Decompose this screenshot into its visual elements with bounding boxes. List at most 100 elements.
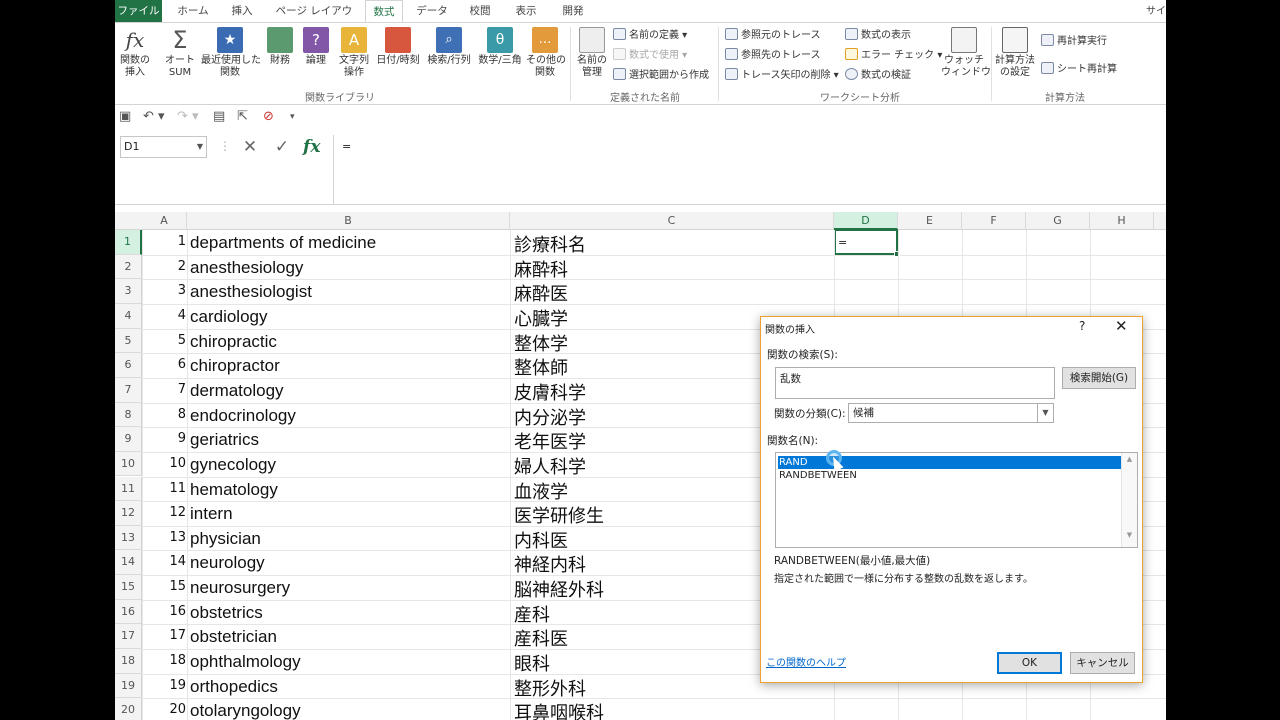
cell-b[interactable]: physician [190,529,261,549]
row-header[interactable]: 1 [115,230,142,255]
tab-data[interactable]: データ [412,0,452,22]
column-header-e[interactable]: E [898,212,962,230]
row-header[interactable]: 2 [115,254,142,280]
cell-a[interactable]: 3 [139,283,186,298]
category-select[interactable]: 候補 ▼ [848,403,1054,423]
cell-c[interactable]: 耳鼻咽喉科 [514,699,604,720]
cell-a[interactable]: 10 [139,456,186,471]
cell-b[interactable]: neurology [190,553,265,573]
cell-a[interactable]: 13 [139,530,186,545]
column-header-d[interactable]: D [834,212,898,230]
row-header[interactable]: 7 [115,377,142,403]
ok-button[interactable]: OK [997,652,1062,674]
cell-a[interactable]: 6 [139,357,186,372]
insert-function-icon[interactable]: fx [303,135,320,159]
help-icon[interactable]: ? [1079,319,1085,333]
row-header[interactable]: 6 [115,353,142,378]
logical-button[interactable]: ? 論理 [302,27,330,67]
cell-c[interactable]: 診療科名 [514,231,586,257]
cell-b[interactable]: ophthalmology [190,652,301,672]
cell-b[interactable]: chiropractor [190,356,280,376]
row-header[interactable]: 3 [115,279,142,304]
recent-functions-button[interactable]: ★ 最近使用した 関数 [201,27,261,79]
cell-b[interactable]: anesthesiologist [190,282,312,302]
create-from-selection-button[interactable]: 選択範囲から作成 [613,67,709,85]
cell-a[interactable]: 8 [139,407,186,422]
remove-arrows-button[interactable]: トレース矢印の削除 ▾ [725,67,839,85]
cell-b[interactable]: departments of medicine [190,233,376,253]
cell-c[interactable]: 医学研修生 [514,502,604,528]
row-header[interactable]: 17 [115,624,142,650]
cell-c[interactable]: 脳神経外科 [514,576,604,602]
cell-c[interactable]: 内科医 [514,527,568,553]
calculate-sheet-button[interactable]: シート再計算 [1041,61,1117,79]
fill-handle[interactable] [894,251,900,257]
evaluate-formula-button[interactable]: 数式の検証 [845,67,911,85]
active-cell[interactable]: = [834,229,900,257]
row-header[interactable]: 9 [115,427,142,452]
define-name-button[interactable]: 名前の定義 ▾ [613,27,687,45]
cell-a[interactable]: 2 [139,259,186,274]
cell-c[interactable]: 神経内科 [514,551,586,577]
row-header[interactable]: 14 [115,550,142,576]
cell-a[interactable]: 7 [139,382,186,397]
column-header-g[interactable]: G [1026,212,1090,230]
datetime-button[interactable]: 日付/時刻 [374,27,422,67]
name-manager-button[interactable]: 名前の 管理 [575,27,609,79]
cell-a[interactable]: 16 [139,604,186,619]
cell-c[interactable]: 産科医 [514,625,568,651]
function-help-link[interactable]: この関数のヘルプ [766,654,846,669]
cell-a[interactable]: 20 [139,702,186,717]
tab-home[interactable]: ホーム [170,0,216,22]
column-header-c[interactable]: C [510,212,834,230]
cell-c[interactable]: 心臓学 [514,305,568,331]
error-checking-button[interactable]: エラー チェック ▾ [845,47,942,65]
financial-button[interactable]: 財務 [266,27,294,67]
row-header[interactable]: 18 [115,649,142,674]
name-box[interactable]: D1 ▼ [120,136,207,158]
cell-c[interactable]: 眼科 [514,650,550,676]
search-go-button[interactable]: 検索開始(G) [1062,367,1136,389]
cell-b[interactable]: gynecology [190,455,276,475]
cell-c[interactable]: 皮膚科学 [514,379,586,405]
chevron-down-icon[interactable]: ▼ [1037,404,1053,422]
close-icon[interactable]: ✕ [1115,317,1128,335]
cell-b[interactable]: otolaryngology [190,701,301,720]
remove-trace-icon[interactable]: ⊘ [263,109,274,125]
function-list[interactable]: RAND RANDBETWEEN ▲ ▼ [775,452,1138,548]
math-button[interactable]: θ 数学/三角 [476,27,524,67]
account-label[interactable]: サイ [1146,2,1166,17]
cell-a[interactable]: 9 [139,431,186,446]
cell-a[interactable]: 14 [139,554,186,569]
row-header[interactable]: 19 [115,673,142,699]
cell-b[interactable]: neurosurgery [190,578,290,598]
cell-c[interactable]: 麻酔医 [514,280,568,306]
cell-c[interactable]: 整体学 [514,330,568,356]
list-scrollbar[interactable]: ▲ ▼ [1121,453,1137,547]
column-header-f[interactable]: F [962,212,1026,230]
trace-arrow-icon[interactable]: ⇱ [237,109,248,125]
enter-formula-icon[interactable]: ✓ [268,135,296,159]
column-header-b[interactable]: B [187,212,510,230]
cell-b[interactable]: cardiology [190,307,268,327]
scroll-up-icon[interactable]: ▲ [1122,455,1137,463]
calc-options-button[interactable]: 計算方法 の設定 [993,27,1037,79]
row-header[interactable]: 20 [115,698,142,720]
cell-c[interactable]: 整形外科 [514,675,586,701]
cell-b[interactable]: obstetrics [190,603,263,623]
trace-precedents-button[interactable]: 参照元のトレース [725,27,821,45]
tab-page-layout[interactable]: ページ レイアウト [271,0,357,39]
cell-b[interactable]: anesthesiology [190,258,303,278]
row-header[interactable]: 16 [115,599,142,625]
cell-b[interactable]: intern [190,504,233,524]
form-icon[interactable]: ▤ [213,109,225,125]
calculate-now-button[interactable]: 再計算実行 [1041,33,1107,51]
cell-a[interactable]: 18 [139,653,186,668]
trace-dependents-button[interactable]: 参照先のトレース [725,47,821,65]
cell-c[interactable]: 内分泌学 [514,404,586,430]
undo-icon[interactable]: ↶ ▾ [143,109,165,125]
cell-c[interactable]: 婦人科学 [514,453,586,479]
tab-view[interactable]: 表示 [506,0,546,22]
cell-b[interactable]: endocrinology [190,406,296,426]
cell-b[interactable]: dermatology [190,381,284,401]
